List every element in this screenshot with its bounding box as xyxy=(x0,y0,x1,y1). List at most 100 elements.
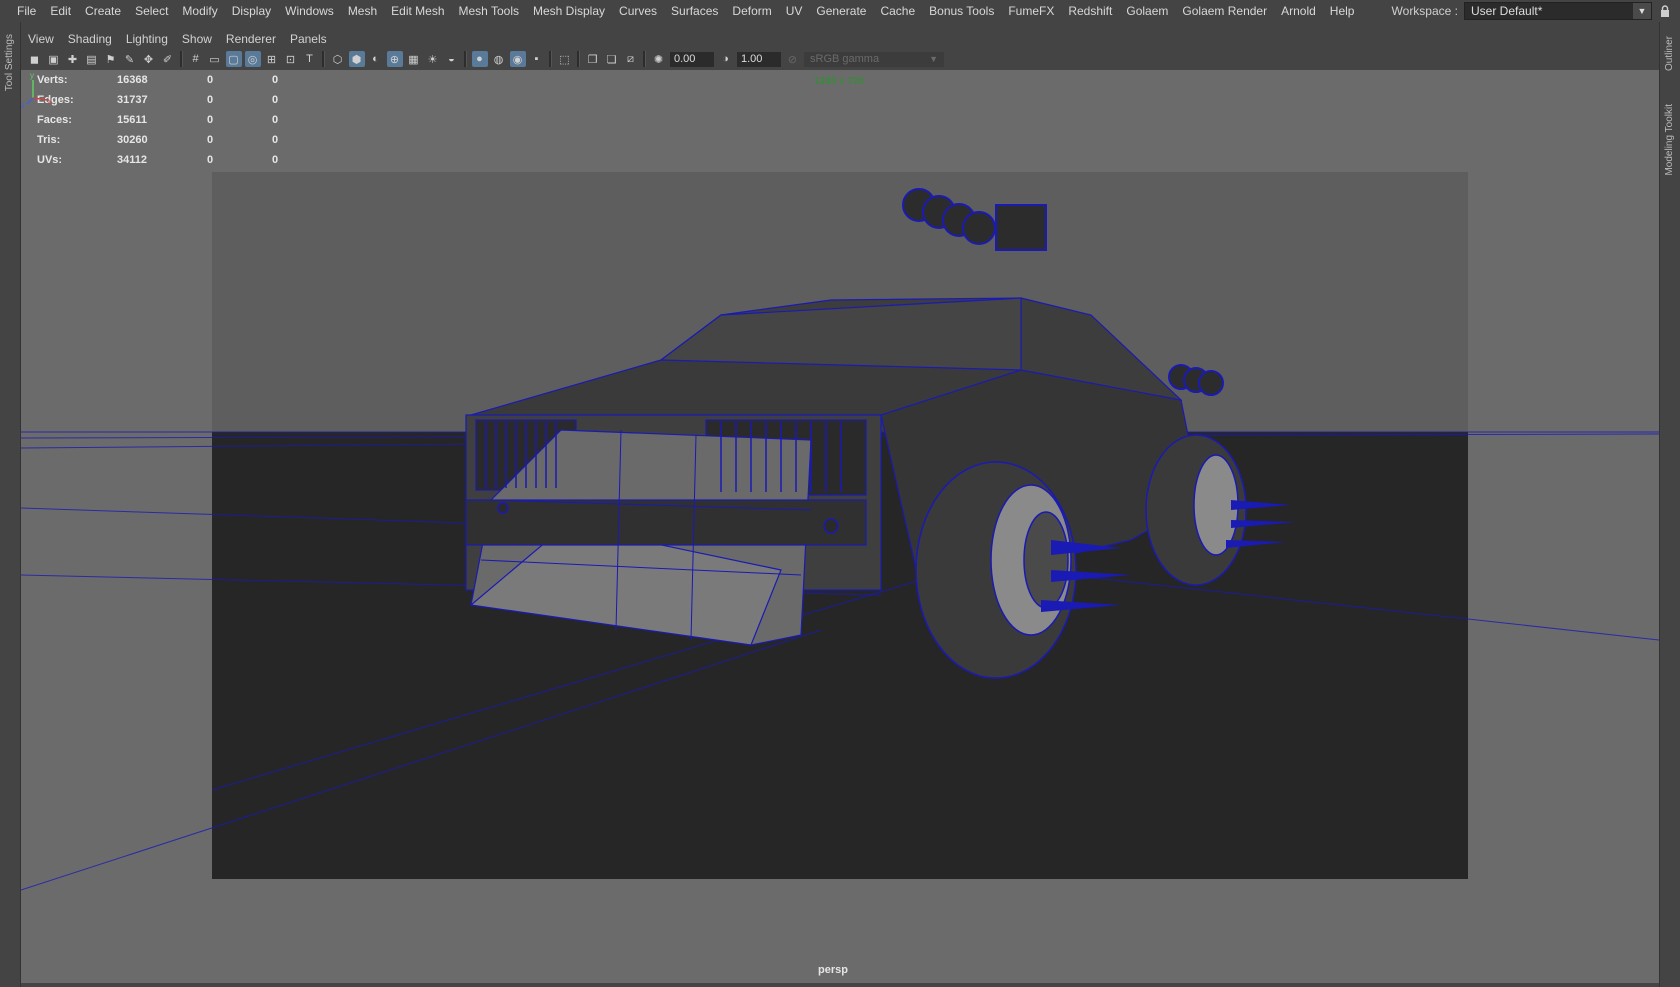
image-plane-icon[interactable]: ▤ xyxy=(84,51,100,67)
menu-deform[interactable]: Deform xyxy=(725,0,778,22)
tab-outliner[interactable]: Outliner xyxy=(1664,36,1675,71)
safe-title-icon[interactable]: T xyxy=(302,51,318,67)
menu-windows[interactable]: Windows xyxy=(278,0,341,22)
workspace-selector: Workspace : User Default* ▼ xyxy=(1392,2,1672,20)
smooth-shade-icon[interactable]: ⬢ xyxy=(348,51,365,67)
grid-icon[interactable]: # xyxy=(188,51,204,67)
menu-redshift[interactable]: Redshift xyxy=(1061,0,1119,22)
wireframe-icon[interactable]: ⬡ xyxy=(330,51,346,67)
tab-tool-settings[interactable]: Tool Settings xyxy=(4,34,15,91)
camera-attributes-icon[interactable]: ▣ xyxy=(46,51,62,67)
hud-label: UVs: xyxy=(37,154,63,166)
menu-surfaces[interactable]: Surfaces xyxy=(664,0,725,22)
tab-modeling-toolkit[interactable]: Modeling Toolkit xyxy=(1664,104,1675,176)
main-menu-items: File Edit Create Select Modify Display W… xyxy=(10,0,1361,22)
2d-pan-zoom-icon[interactable]: ✥ xyxy=(141,51,157,67)
menu-create[interactable]: Create xyxy=(78,0,128,22)
flag-icon[interactable]: ⚑ xyxy=(103,51,119,67)
menu-curves[interactable]: Curves xyxy=(612,0,664,22)
panel-menu-shading[interactable]: Shading xyxy=(61,30,119,48)
hud-component: 0 xyxy=(272,114,279,126)
screen-space-ao-icon[interactable]: ● xyxy=(471,51,488,67)
select-camera-icon[interactable]: ◼ xyxy=(27,51,43,67)
toolbar-separator xyxy=(180,51,183,67)
panel-toolbar: ◼ ▣ ✚ ▤ ⚑ ✎ ✥ ✐ # ▭ ▢ ◎ ⊞ ⊡ T ⬡ ⬢ ◐ ⊕ ▦ … xyxy=(21,48,1659,70)
main-menubar: File Edit Create Select Modify Display W… xyxy=(0,0,1680,22)
menu-display[interactable]: Display xyxy=(225,0,278,22)
hud-row-tris: Tris: 30260 0 0 xyxy=(37,130,337,150)
toolbar-separator xyxy=(464,51,467,67)
film-gate-icon[interactable]: ▭ xyxy=(207,51,223,67)
menu-arnold[interactable]: Arnold xyxy=(1274,0,1323,22)
hud-component: 0 xyxy=(272,154,279,166)
shadows-icon[interactable]: ◒ xyxy=(444,51,460,67)
menu-select[interactable]: Select xyxy=(128,0,175,22)
color-management-icon[interactable]: ⊘ xyxy=(785,51,801,67)
textured-icon[interactable]: ▦ xyxy=(406,51,422,67)
hud-row-edges: Edges: 31737 0 0 xyxy=(37,90,337,110)
field-chart-icon[interactable]: ⊞ xyxy=(264,51,280,67)
right-tool-strip: Outliner Modeling Toolkit xyxy=(1659,22,1680,987)
gate-mask-icon[interactable]: ◎ xyxy=(244,51,261,67)
toolbar-separator xyxy=(643,51,646,67)
safe-action-icon[interactable]: ⊡ xyxy=(283,51,299,67)
chevron-down-icon[interactable]: ▼ xyxy=(1633,3,1651,19)
panel-menu-view[interactable]: View xyxy=(21,30,61,48)
resolution-label: 1280 x 720 xyxy=(814,76,865,87)
menu-file[interactable]: File xyxy=(10,0,43,22)
gamma-field[interactable]: 1.00 xyxy=(737,51,781,67)
panel-menu-panels[interactable]: Panels xyxy=(283,30,334,48)
menu-edit[interactable]: Edit xyxy=(43,0,78,22)
wireframe-on-shaded-icon[interactable]: ⊕ xyxy=(386,51,403,67)
xray-joints-icon[interactable]: ⧄ xyxy=(623,51,639,67)
workspace-dropdown[interactable]: User Default* ▼ xyxy=(1464,2,1652,20)
view-transform-value: sRGB gamma xyxy=(810,53,880,65)
menu-golaem-render[interactable]: Golaem Render xyxy=(1175,0,1274,22)
xray-active-icon[interactable]: ❏ xyxy=(604,51,620,67)
hud-selected: 0 xyxy=(207,74,214,86)
hud-selected: 0 xyxy=(207,134,214,146)
menu-golaem[interactable]: Golaem xyxy=(1119,0,1175,22)
anti-aliasing-icon[interactable]: ◉ xyxy=(509,51,526,67)
depth-of-field-icon[interactable]: ▪ xyxy=(529,51,545,67)
view-axis-icon: y x z xyxy=(21,71,52,110)
resolution-gate-icon[interactable]: ▢ xyxy=(225,51,242,67)
menu-bonus-tools[interactable]: Bonus Tools xyxy=(922,0,1001,22)
perspective-viewport[interactable]: Verts: 16368 0 0 Edges: 31737 0 0 Faces:… xyxy=(21,70,1659,983)
panel-menu-renderer[interactable]: Renderer xyxy=(219,30,283,48)
hud-selected: 0 xyxy=(207,114,214,126)
menu-mesh-display[interactable]: Mesh Display xyxy=(526,0,612,22)
menu-cache[interactable]: Cache xyxy=(873,0,922,22)
gamma-icon[interactable]: ◑ xyxy=(718,51,734,67)
menu-generate[interactable]: Generate xyxy=(809,0,873,22)
default-material-icon[interactable]: ◐ xyxy=(368,51,384,67)
menu-mesh[interactable]: Mesh xyxy=(341,0,384,22)
isolate-select-icon[interactable]: ⬚ xyxy=(557,51,573,67)
menu-modify[interactable]: Modify xyxy=(175,0,224,22)
menu-edit-mesh[interactable]: Edit Mesh xyxy=(384,0,451,22)
menu-help[interactable]: Help xyxy=(1323,0,1362,22)
menu-uv[interactable]: UV xyxy=(779,0,810,22)
view-transform-dropdown[interactable]: sRGB gamma ▼ xyxy=(804,51,944,67)
panel-menu-show[interactable]: Show xyxy=(175,30,219,48)
scene-render xyxy=(21,70,1659,983)
svg-text:x: x xyxy=(48,97,52,106)
bookmark-icon[interactable]: ✚ xyxy=(65,51,81,67)
lock-icon[interactable] xyxy=(1658,3,1672,19)
hud-value: 30260 xyxy=(117,134,148,146)
use-all-lights-icon[interactable]: ☀ xyxy=(425,51,441,67)
motion-blur-icon[interactable]: ◍ xyxy=(491,51,507,67)
pen-icon[interactable]: ✐ xyxy=(160,51,176,67)
hud-value: 34112 xyxy=(117,154,147,166)
exposure-field[interactable]: 0.00 xyxy=(670,51,714,67)
hud-selected: 0 xyxy=(207,154,214,166)
menu-fumefx[interactable]: FumeFX xyxy=(1001,0,1061,22)
poly-count-hud: Verts: 16368 0 0 Edges: 31737 0 0 Faces:… xyxy=(37,70,337,170)
panel-menu-lighting[interactable]: Lighting xyxy=(119,30,175,48)
grease-pencil-icon[interactable]: ✎ xyxy=(122,51,138,67)
menu-mesh-tools[interactable]: Mesh Tools xyxy=(452,0,526,22)
workspace-label: Workspace : xyxy=(1391,4,1458,18)
hud-row-faces: Faces: 15611 0 0 xyxy=(37,110,337,130)
xray-icon[interactable]: ❐ xyxy=(585,51,601,67)
exposure-icon[interactable]: ✺ xyxy=(651,51,667,67)
